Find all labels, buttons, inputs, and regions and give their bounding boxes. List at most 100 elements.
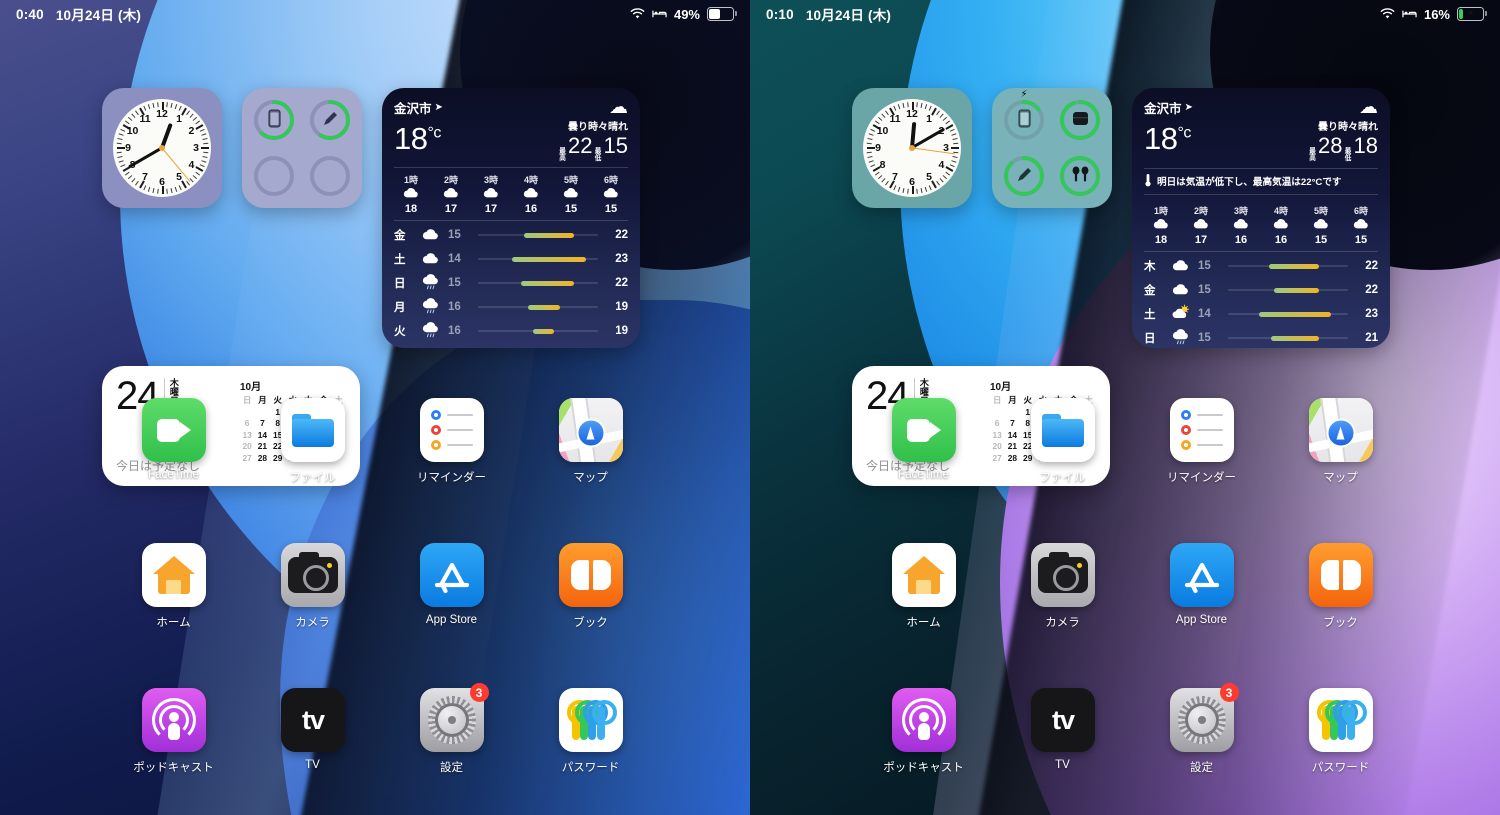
weather-city: 金沢市 [394, 102, 432, 116]
hourly-forecast-item: 2時 17 [1184, 204, 1218, 246]
pencil-icon [321, 110, 339, 131]
temp-range-bar [478, 304, 598, 310]
iphone-battery-ring: ⚡ [1002, 89, 1046, 142]
app-camera[interactable]: カメラ [993, 543, 1132, 630]
battery-percent-label: 49% [673, 6, 700, 22]
iphone-battery-ring [252, 98, 296, 142]
maps-icon[interactable] [1308, 398, 1373, 462]
hour-label: 1時 [1153, 205, 1168, 216]
app-label: リマインダー [1167, 472, 1236, 484]
reminders-icon[interactable] [1169, 398, 1234, 462]
app-reminders[interactable]: リマインダー [1132, 398, 1271, 485]
app-facetime[interactable]: FaceTime [104, 398, 243, 485]
daily-forecast: 金 15 22 土 14 23 日 15 22 月 16 19 火 16 19 [394, 220, 628, 343]
high-label: 最高 [1309, 148, 1316, 162]
appstore-icon[interactable] [1169, 543, 1234, 607]
weather-widget[interactable]: 金沢市 ➤ 18°c ☁ 曇り時々晴れ 最高 [382, 88, 640, 348]
cloud-icon: ☁ [609, 97, 628, 118]
day-low: 15 [1198, 284, 1211, 297]
hourly-forecast-item: 6時 15 [594, 173, 628, 216]
home-screen-panel-left: 0:40 10月24日 (木) 49% 12 1 2 3 4 5 6 7 9 1… [0, 0, 750, 815]
day-label: 日 [394, 278, 406, 291]
app-podcasts[interactable]: ポッドキャスト [854, 688, 993, 775]
home-icon[interactable] [891, 543, 956, 607]
day-low: 16 [448, 325, 461, 338]
camera-icon[interactable] [280, 543, 345, 607]
app-appstore[interactable]: App Store [1132, 543, 1271, 630]
reminders-icon[interactable] [419, 398, 484, 462]
day-label: 月 [394, 302, 406, 315]
weather-current-temp: 18°c [394, 121, 441, 156]
app-label: TV [1055, 759, 1070, 771]
hourly-forecast-item: 2時 17 [434, 173, 468, 215]
weather-widget[interactable]: 金沢市 ➤ 18°c ☁ 曇り時々晴れ 最高 [1132, 88, 1390, 348]
hour-label: 4時 [523, 174, 538, 185]
app-files[interactable]: ファイル [993, 398, 1132, 485]
passwords-icon[interactable] [1308, 688, 1373, 752]
appstore-icon[interactable] [419, 543, 484, 607]
iphone-icon [1017, 109, 1031, 131]
app-settings[interactable]: 3 設定 [1132, 683, 1271, 775]
app-maps[interactable]: マップ [521, 398, 660, 485]
temp-range-bar [478, 280, 598, 286]
hour-label: 6時 [603, 174, 618, 185]
app-passwords[interactable]: パスワード [521, 688, 660, 775]
passwords-icon[interactable] [558, 688, 623, 752]
status-time: 0:10 [766, 6, 794, 22]
tv-icon[interactable]: tv [280, 688, 345, 752]
home-icon[interactable] [141, 543, 206, 607]
app-books[interactable]: ブック [521, 543, 660, 630]
pencil-icon [1015, 166, 1033, 187]
app-files[interactable]: ファイル [243, 398, 382, 485]
weather-condition: 曇り時々晴れ [1318, 122, 1378, 133]
app-home[interactable]: ホーム [104, 543, 243, 630]
files-icon[interactable] [1030, 398, 1095, 462]
pencil-battery-ring [1002, 154, 1046, 198]
battery-rings-widget[interactable] [242, 88, 362, 208]
cloud-rain-icon [1168, 328, 1194, 348]
app-maps[interactable]: マップ [1271, 398, 1410, 485]
app-passwords[interactable]: パスワード [1271, 688, 1410, 775]
low-label: 最低 [594, 148, 602, 162]
status-time: 0:40 [16, 6, 44, 22]
app-appstore[interactable]: App Store [382, 543, 521, 630]
clock-widget[interactable]: 121234567891011 [852, 88, 972, 208]
cloud-icon [594, 186, 628, 204]
tv-icon[interactable]: tv [1030, 688, 1095, 752]
app-settings[interactable]: 3 設定 [382, 683, 521, 775]
app-label: 設定 [440, 762, 463, 774]
files-icon[interactable] [280, 398, 345, 462]
empty-battery-ring-3 [252, 154, 296, 198]
app-camera[interactable]: カメラ [243, 543, 382, 630]
app-label: ホーム [156, 617, 191, 629]
books-icon[interactable] [1308, 543, 1373, 607]
app-home[interactable]: ホーム [854, 543, 993, 630]
hour-temp: 15 [604, 203, 618, 216]
podcasts-icon[interactable] [141, 688, 206, 752]
app-tv[interactable]: tv TV [993, 688, 1132, 775]
camera-icon[interactable] [1030, 543, 1095, 607]
app-row: ポッドキャスト tv TV 3 設定 パスワード [0, 683, 750, 775]
app-tv[interactable]: tv TV [243, 688, 382, 775]
app-podcasts[interactable]: ポッドキャスト [104, 688, 243, 775]
day-label: 金 [394, 230, 406, 243]
low-temp: 18 [1353, 133, 1378, 158]
cloud-icon [1264, 217, 1298, 235]
app-facetime[interactable]: FaceTime [854, 398, 993, 485]
cloud-icon [1304, 217, 1338, 235]
location-arrow-icon: ➤ [1184, 102, 1193, 113]
app-reminders[interactable]: リマインダー [382, 398, 521, 485]
books-icon[interactable] [558, 543, 623, 607]
hour-temp: 17 [484, 203, 498, 216]
facetime-icon[interactable] [891, 398, 956, 462]
app-books[interactable]: ブック [1271, 543, 1410, 630]
app-grid-right: FaceTime ファイル リマインダー マップ ホーム カメラ App Sto… [750, 398, 1500, 775]
facetime-icon[interactable] [141, 398, 206, 462]
hour-label: 1時 [403, 174, 418, 185]
clock-widget[interactable]: 121234567891011 [102, 88, 222, 208]
podcasts-icon[interactable] [891, 688, 956, 752]
iphone-icon [267, 109, 281, 131]
battery-rings-widget[interactable]: ⚡ [992, 88, 1112, 208]
day-label: 日 [1144, 333, 1156, 346]
maps-icon[interactable] [558, 398, 623, 462]
